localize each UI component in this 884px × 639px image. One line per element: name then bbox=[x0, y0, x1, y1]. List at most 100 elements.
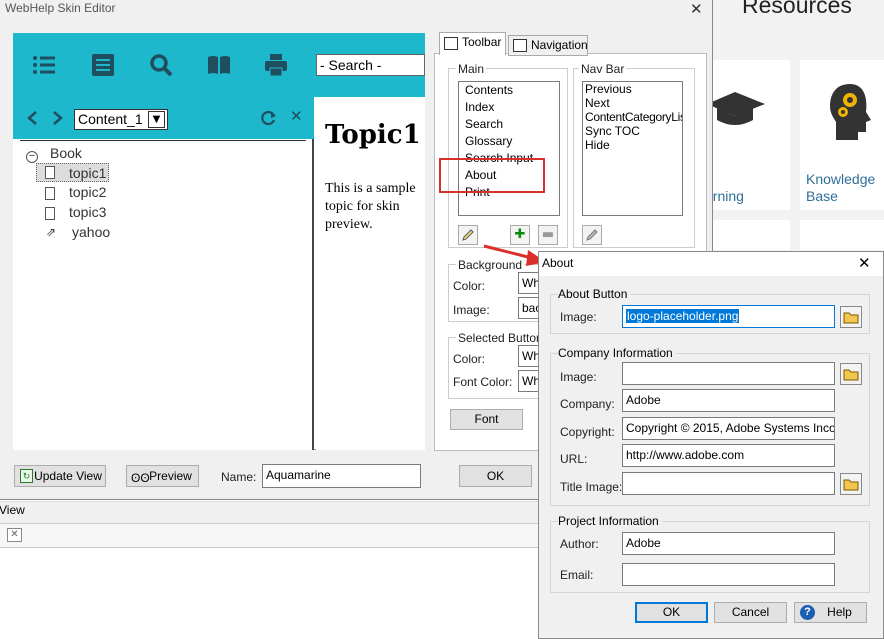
list-item[interactable]: Contents bbox=[465, 82, 559, 99]
selected-text: logo-placeholder.png bbox=[626, 309, 740, 323]
group-label: Selected Button bbox=[456, 331, 545, 345]
dialog-ok-button[interactable]: OK bbox=[635, 602, 708, 623]
next-icon[interactable] bbox=[52, 110, 64, 126]
folder-icon bbox=[843, 369, 859, 381]
name-label: Name: bbox=[221, 470, 257, 484]
window-icon bbox=[444, 37, 458, 50]
skin-name-input[interactable]: Aquamarine bbox=[262, 464, 421, 488]
background-color-field[interactable]: White bbox=[518, 272, 540, 294]
edit-button[interactable] bbox=[458, 225, 478, 245]
window-close-icon[interactable]: ✕ bbox=[690, 0, 703, 18]
window-icon bbox=[513, 39, 527, 52]
refresh-icon: ↻ bbox=[20, 469, 33, 483]
collapse-icon[interactable]: − bbox=[26, 151, 38, 163]
update-view-button[interactable]: ↻ Update View bbox=[14, 465, 106, 487]
glossary-book-icon[interactable] bbox=[206, 52, 232, 78]
topic-title: Topic1 bbox=[325, 120, 421, 150]
hide-icon[interactable]: ✕ bbox=[290, 107, 303, 125]
list-item[interactable]: Glossary bbox=[465, 133, 559, 150]
list-item[interactable]: Next bbox=[585, 96, 682, 110]
background-image-field[interactable]: background bbox=[518, 297, 540, 319]
field-label: Color: bbox=[453, 279, 486, 293]
tile-knowledge-base[interactable]: Knowledge Base bbox=[800, 60, 884, 210]
edit-navbar-button[interactable] bbox=[582, 225, 602, 245]
annotation-highlight-box bbox=[439, 158, 545, 193]
copyright-input[interactable]: Copyright © 2015, Adobe Systems Incorpor… bbox=[622, 417, 835, 440]
tile-label: Knowledge Base bbox=[806, 171, 876, 204]
list-item[interactable]: ContentCategoryList bbox=[585, 110, 682, 124]
field-label: Image: bbox=[560, 370, 597, 384]
field-label: Title Image: bbox=[560, 480, 623, 494]
toc-item-label: topic2 bbox=[69, 184, 107, 200]
view-label: View bbox=[0, 503, 25, 517]
navbar-button-list[interactable]: Previous Next ContentCategoryList Sync T… bbox=[582, 81, 683, 216]
glasses-icon: ʘʘ bbox=[131, 471, 150, 485]
page-icon bbox=[45, 166, 55, 179]
page-icon bbox=[45, 207, 55, 220]
group-label: Nav Bar bbox=[579, 62, 627, 76]
dialog-cancel-button[interactable]: Cancel bbox=[714, 602, 787, 623]
button-label: Help bbox=[827, 605, 852, 619]
field-label: Company: bbox=[560, 397, 615, 411]
company-input[interactable]: Adobe bbox=[622, 389, 835, 412]
button-label: Update View bbox=[34, 469, 102, 483]
list-item[interactable]: Hide bbox=[585, 138, 682, 152]
url-input[interactable]: http://www.adobe.com bbox=[622, 444, 835, 467]
selected-color-field[interactable]: White bbox=[518, 345, 540, 367]
selected-font-color-field[interactable]: White bbox=[518, 370, 540, 392]
toc-item-topic1[interactable]: topic1 bbox=[36, 163, 109, 182]
sync-toc-icon[interactable] bbox=[261, 110, 277, 126]
field-label: URL: bbox=[560, 452, 588, 466]
index-icon[interactable] bbox=[90, 52, 116, 78]
editor-ok-button[interactable]: OK bbox=[459, 465, 532, 487]
group-label: About Button bbox=[558, 287, 631, 301]
preview-search-input[interactable]: - Search - bbox=[316, 54, 425, 76]
graduation-cap-icon bbox=[705, 92, 765, 129]
page-icon bbox=[45, 187, 55, 200]
about-image-input[interactable]: logo-placeholder.png bbox=[622, 305, 835, 328]
pencil-icon bbox=[462, 229, 474, 241]
browse-folder-button[interactable] bbox=[840, 363, 862, 385]
toc-item-label: Book bbox=[50, 145, 82, 161]
list-item[interactable]: Index bbox=[465, 99, 559, 116]
group-label: Company Information bbox=[558, 346, 676, 360]
window-title: WebHelp Skin Editor bbox=[5, 1, 116, 15]
dialog-close-icon[interactable]: ✕ bbox=[858, 254, 871, 272]
preview-button[interactable]: ʘʘ Preview bbox=[126, 465, 199, 487]
list-item[interactable]: Sync TOC bbox=[585, 124, 682, 138]
previous-icon[interactable] bbox=[26, 110, 38, 126]
tile-partial[interactable] bbox=[800, 220, 884, 250]
main-button-list[interactable]: Contents Index Search Glossary Search In… bbox=[458, 81, 560, 216]
folder-icon bbox=[843, 312, 859, 324]
head-gears-icon bbox=[830, 84, 871, 140]
list-item[interactable]: Previous bbox=[585, 82, 682, 96]
company-image-input[interactable] bbox=[622, 362, 835, 385]
browse-folder-button[interactable] bbox=[840, 306, 862, 328]
list-icon[interactable] bbox=[31, 52, 57, 78]
print-icon[interactable] bbox=[263, 52, 289, 78]
view-strip: View bbox=[0, 501, 540, 523]
tab-navigation[interactable]: Navigation bbox=[508, 35, 588, 56]
toc-book[interactable]: − Book bbox=[26, 145, 82, 163]
chevron-down-icon[interactable]: ▼ bbox=[148, 111, 165, 128]
close-small-icon[interactable]: ✕ bbox=[7, 528, 22, 542]
tile-learning[interactable]: arning bbox=[705, 60, 790, 210]
external-link-icon: ⇗ bbox=[46, 225, 57, 239]
folder-icon bbox=[843, 479, 859, 491]
group-label: Main bbox=[456, 62, 487, 76]
dialog-help-button[interactable]: ? Help bbox=[794, 602, 867, 623]
toc-item-label: topic1 bbox=[69, 165, 107, 181]
view-toolbar: ✕ bbox=[0, 523, 540, 548]
tile-partial[interactable] bbox=[705, 220, 790, 250]
font-button[interactable]: Font bbox=[450, 409, 523, 430]
list-item[interactable]: Search bbox=[465, 116, 559, 133]
dialog-titlebar bbox=[539, 252, 883, 276]
field-label: Image: bbox=[560, 310, 597, 324]
browse-folder-button[interactable] bbox=[840, 473, 862, 495]
tab-toolbar[interactable]: Toolbar bbox=[439, 32, 506, 55]
author-input[interactable]: Adobe bbox=[622, 532, 835, 555]
email-input[interactable] bbox=[622, 563, 835, 586]
title-image-input[interactable] bbox=[622, 472, 835, 495]
field-label: Copyright: bbox=[560, 425, 615, 439]
search-icon[interactable] bbox=[148, 52, 174, 78]
